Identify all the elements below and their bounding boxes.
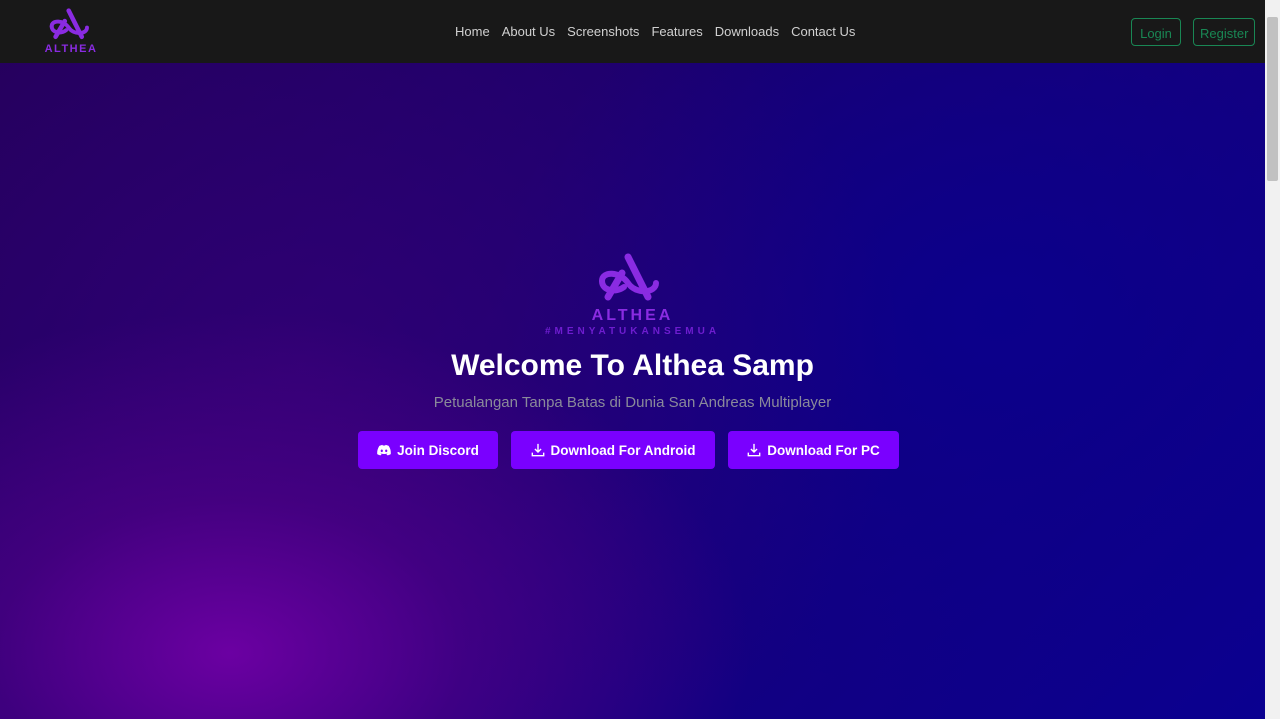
download-icon — [531, 443, 544, 457]
register-button[interactable]: Register — [1193, 18, 1255, 46]
page: ALTHEA Home About Us Screenshots Feature… — [0, 0, 1265, 719]
hero-tagline: #MENYATUKANSEMUA — [544, 326, 721, 337]
nav-item-home[interactable]: Home — [449, 24, 496, 39]
althea-logo-icon — [599, 253, 659, 301]
download-android-button[interactable]: Download For Android — [511, 431, 715, 469]
hero-logo-name: ALTHEA — [591, 307, 674, 324]
nav-links: Home About Us Screenshots Features Downl… — [449, 24, 861, 39]
discord-icon — [377, 444, 391, 456]
join-discord-label: Join Discord — [397, 442, 479, 458]
nav-item-features[interactable]: Features — [645, 24, 708, 39]
download-pc-button[interactable]: Download For PC — [728, 431, 899, 469]
nav-item-about-us[interactable]: About Us — [496, 24, 561, 39]
nav-item-contact-us[interactable]: Contact Us — [785, 24, 861, 39]
join-discord-button[interactable]: Join Discord — [358, 431, 498, 469]
hero-title: Welcome To Althea Samp — [451, 349, 814, 382]
navbar: ALTHEA Home About Us Screenshots Feature… — [0, 0, 1265, 63]
scrollbar-thumb[interactable] — [1267, 17, 1278, 181]
download-pc-label: Download For PC — [767, 442, 880, 458]
hero-subtitle: Petualangan Tanpa Batas di Dunia San And… — [433, 394, 832, 411]
login-button[interactable]: Login — [1131, 18, 1181, 46]
brand-logo[interactable]: ALTHEA — [43, 8, 99, 56]
download-android-label: Download For Android — [550, 442, 696, 458]
althea-logo-icon — [49, 8, 89, 40]
nav-item-downloads[interactable]: Downloads — [709, 24, 785, 39]
brand-name: ALTHEA — [44, 43, 98, 55]
nav-item-screenshots[interactable]: Screenshots — [561, 24, 645, 39]
download-icon — [747, 443, 761, 457]
vertical-scrollbar[interactable] — [1265, 0, 1280, 719]
hero-section: ALTHEA #MENYATUKANSEMUA Welcome To Althe… — [0, 63, 1265, 719]
